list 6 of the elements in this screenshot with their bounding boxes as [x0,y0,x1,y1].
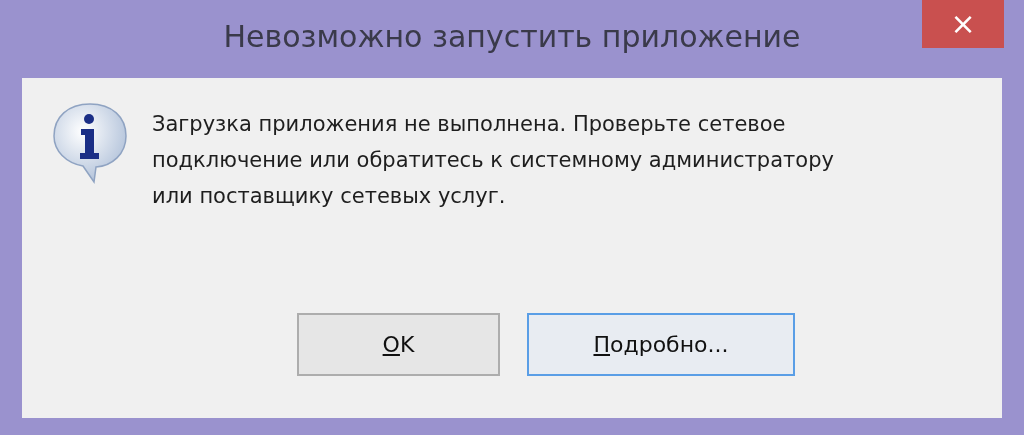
close-button[interactable]: × [922,0,1004,48]
error-message: Загрузка приложения не выполнена. Проверьте сетевое подключение или обратитесь к системному администратору или поставщику сетевых услуг. [152,111,835,210]
info-speech-bubble-icon [50,100,130,186]
ok-button[interactable]: OK [297,313,500,376]
details-button[interactable]: Подробно... [527,313,795,376]
window-title: Невозможно запустить приложение [223,18,801,54]
